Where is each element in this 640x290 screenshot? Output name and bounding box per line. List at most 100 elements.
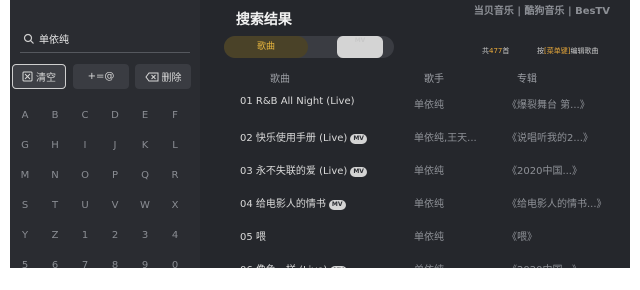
song-title-text: 03 永不失联的爱 (Live) — [240, 166, 348, 177]
key-d[interactable]: D — [100, 106, 130, 126]
song-title-text: 02 快乐使用手册 (Live) — [240, 133, 348, 144]
brand-logos: 当贝音乐 | 酷狗音乐 | BesTV — [473, 6, 610, 17]
results-panel: 搜索结果 当贝音乐 | 酷狗音乐 | BesTV 歌曲 MV 共477首 按[菜… — [200, 0, 630, 268]
key-f[interactable]: F — [160, 106, 190, 126]
key-8[interactable]: 8 — [100, 256, 130, 268]
key-t[interactable]: T — [40, 196, 70, 216]
tab-mv[interactable]: MV — [337, 36, 383, 58]
mv-badge: MV — [350, 134, 367, 144]
song-album: 《说唱听我的2...》 — [507, 133, 593, 144]
key-r[interactable]: R — [160, 166, 190, 186]
song-row[interactable]: 04 给电影人的情书 MV 单依纯 《给电影人的情书...》 — [200, 195, 630, 227]
key-2[interactable]: 2 — [100, 226, 130, 246]
key-p[interactable]: P — [100, 166, 130, 186]
column-album: 专辑 — [517, 74, 537, 85]
song-title: 02 快乐使用手册 (Live) MV — [240, 129, 367, 144]
song-singer: 单依纯 — [414, 166, 444, 177]
tab-songs[interactable]: 歌曲 — [224, 36, 308, 58]
search-input[interactable]: 单依纯 — [20, 26, 190, 53]
clear-button[interactable]: 清空 — [12, 64, 66, 89]
key-i[interactable]: I — [70, 136, 100, 156]
song-singer: 单依纯 — [414, 232, 444, 243]
column-singer: 歌手 — [424, 74, 444, 85]
hint-suffix: 编辑歌曲 — [570, 47, 599, 55]
song-row[interactable]: 06 像鱼一样 (Live)MV 单依纯 《2020中国...》 — [200, 261, 630, 268]
count-prefix: 共 — [482, 47, 489, 55]
key-j[interactable]: J — [100, 136, 130, 156]
song-title-text: 05 喂 — [240, 232, 266, 243]
song-title: 06 像鱼一样 (Live)MV — [240, 261, 347, 268]
key-n[interactable]: N — [40, 166, 70, 186]
song-title: 05 喂 — [240, 228, 266, 243]
page-title: 搜索结果 — [236, 12, 292, 28]
result-tabs: 歌曲 MV — [224, 36, 394, 58]
backspace-icon — [144, 72, 158, 81]
song-album: 《2020中国...》 — [507, 166, 582, 177]
song-singer: 单依纯 — [414, 199, 444, 210]
key-c[interactable]: C — [70, 106, 100, 126]
song-album: 《2020中国...》 — [507, 261, 582, 268]
key-4[interactable]: 4 — [160, 226, 190, 246]
edit-hint: 按[菜单键]编辑歌曲 — [537, 46, 598, 56]
song-title: 03 永不失联的爱 (Live) MV — [240, 162, 367, 177]
key-h[interactable]: H — [40, 136, 70, 156]
key-z[interactable]: Z — [40, 226, 70, 246]
key-l[interactable]: L — [160, 136, 190, 156]
key-1[interactable]: 1 — [70, 226, 100, 246]
key-s[interactable]: S — [10, 196, 40, 216]
key-q[interactable]: Q — [130, 166, 160, 186]
key-3[interactable]: 3 — [130, 226, 160, 246]
key-0[interactable]: 0 — [160, 256, 190, 268]
key-x[interactable]: X — [160, 196, 190, 216]
search-query: 单依纯 — [39, 35, 69, 46]
column-song: 歌曲 — [270, 74, 290, 85]
clear-label: 清空 — [36, 73, 56, 84]
song-album: 《喂》 — [507, 232, 537, 243]
song-title-text: 06 像鱼一样 (Live) — [240, 265, 327, 268]
delete-label: 删除 — [161, 73, 182, 84]
hint-prefix: 按 — [537, 47, 544, 55]
key-u[interactable]: U — [70, 196, 100, 216]
search-icon — [23, 33, 34, 44]
key-b[interactable]: B — [40, 106, 70, 126]
mv-badge: MV — [350, 167, 367, 177]
key-y[interactable]: Y — [10, 226, 40, 246]
result-count: 共477首 — [482, 46, 509, 56]
song-row[interactable]: 03 永不失联的爱 (Live) MV 单依纯 《2020中国...》 — [200, 162, 630, 194]
song-row[interactable]: 02 快乐使用手册 (Live) MV 单依纯,王天... 《说唱听我的2...》 — [200, 129, 630, 161]
song-album: 《爆裂舞台 第...》 — [507, 100, 590, 111]
key-k[interactable]: K — [130, 136, 160, 156]
key-5[interactable]: 5 — [10, 256, 40, 268]
song-album: 《给电影人的情书...》 — [507, 199, 607, 210]
song-row[interactable]: 01 R&B All Night (Live) 单依纯 《爆裂舞台 第...》 — [200, 96, 630, 128]
key-v[interactable]: V — [100, 196, 130, 216]
song-title: 04 给电影人的情书 MV — [240, 195, 346, 210]
symbols-button[interactable]: +=@ — [73, 64, 129, 89]
key-6[interactable]: 6 — [40, 256, 70, 268]
song-title-text: 01 R&B All Night (Live) — [240, 96, 355, 107]
song-singer: 单依纯,王天... — [414, 133, 477, 144]
song-row[interactable]: 05 喂 单依纯 《喂》 — [200, 228, 630, 260]
key-m[interactable]: M — [10, 166, 40, 186]
count-suffix: 首 — [502, 47, 510, 55]
key-9[interactable]: 9 — [130, 256, 160, 268]
song-title: 01 R&B All Night (Live) — [240, 96, 355, 107]
song-singer: 单依纯 — [414, 261, 444, 268]
key-o[interactable]: O — [70, 166, 100, 186]
app-screen: 单依纯 清空 +=@ 删除 ABCDEF GHIJKL MNOPQR STUVWX YZ… — [10, 0, 630, 268]
count-number: 477 — [489, 47, 503, 55]
key-w[interactable]: W — [130, 196, 160, 216]
symbols-label: +=@ — [87, 71, 115, 82]
hint-key: [菜单键] — [544, 47, 571, 55]
key-e[interactable]: E — [130, 106, 160, 126]
mv-badge: MV — [330, 266, 347, 268]
mv-badge: MV — [328, 200, 346, 210]
key-a[interactable]: A — [10, 106, 40, 126]
keyboard-panel: 单依纯 清空 +=@ 删除 ABCDEF GHIJKL MNOPQR STUVWX YZ… — [10, 0, 200, 268]
song-singer: 单依纯 — [414, 100, 444, 111]
clear-icon — [22, 71, 33, 82]
delete-button[interactable]: 删除 — [135, 64, 191, 89]
key-7[interactable]: 7 — [70, 256, 100, 268]
key-g[interactable]: G — [10, 136, 40, 156]
song-title-text: 04 给电影人的情书 — [240, 199, 326, 210]
